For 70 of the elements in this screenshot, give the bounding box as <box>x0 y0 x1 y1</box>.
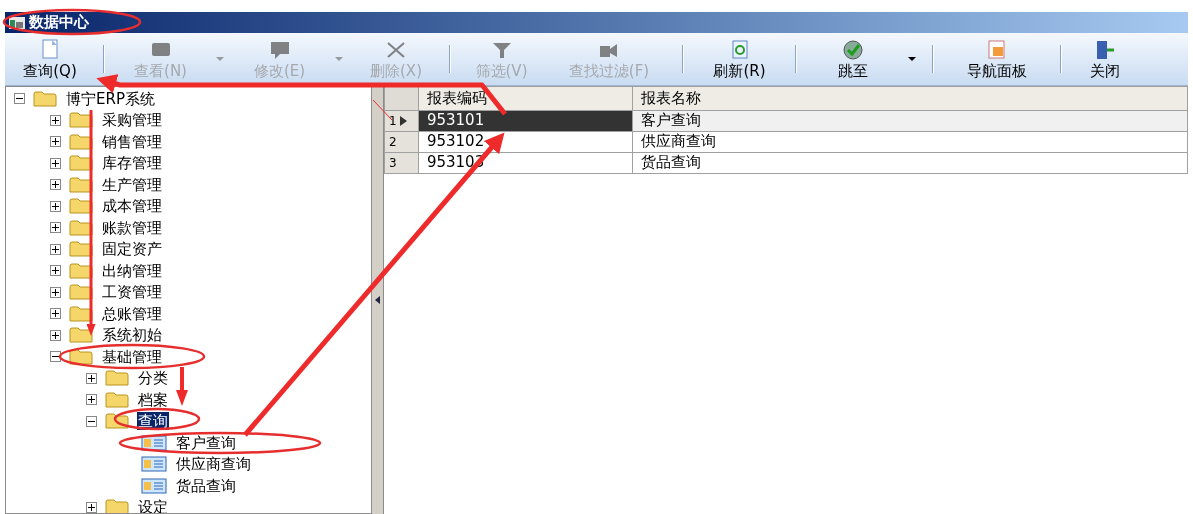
tree-item[interactable]: 成本管理 <box>101 197 163 216</box>
collapse-arrow-icon[interactable] <box>374 296 381 304</box>
folder-icon <box>69 348 93 365</box>
dropdown-caret-icon[interactable] <box>908 57 916 61</box>
window-title: 数据中心 <box>29 15 89 30</box>
tree-item[interactable]: 账款管理 <box>101 218 163 237</box>
annotation-arrow <box>176 367 188 406</box>
tree-item[interactable]: 生产管理 <box>101 175 163 194</box>
expand-icon[interactable] <box>50 136 61 148</box>
expand-icon[interactable] <box>50 286 61 298</box>
tree-item[interactable]: 分类 <box>137 369 169 388</box>
toolbar-button[interactable]: 导航面板 <box>942 34 1052 84</box>
table-cell: 货品查询 <box>632 152 1188 173</box>
tree-item[interactable]: 总账管理 <box>101 304 163 323</box>
tree-item[interactable]: 档案 <box>137 390 169 409</box>
row-header[interactable]: 2 <box>384 131 419 152</box>
tree-item[interactable]: 销售管理 <box>101 132 163 151</box>
column-header[interactable]: 报表编码 <box>418 86 633 110</box>
folder-icon <box>69 284 93 301</box>
folder-icon <box>105 391 129 408</box>
folder-icon <box>69 241 93 258</box>
report-icon <box>141 477 167 494</box>
toolbar-button[interactable]: 跳至 <box>805 34 900 84</box>
folder-icon <box>69 305 93 322</box>
column-header[interactable]: 报表名称 <box>632 86 1188 110</box>
expand-icon[interactable] <box>50 308 61 320</box>
expand-icon[interactable] <box>86 394 97 406</box>
folder-icon <box>69 327 93 344</box>
folder-icon <box>33 90 57 107</box>
tree-item[interactable]: 采购管理 <box>101 111 163 130</box>
toolbar-button[interactable]: 查询(Q) <box>5 34 95 84</box>
folder-icon <box>105 370 129 387</box>
tree-item[interactable]: 工资管理 <box>101 283 163 302</box>
expand-icon[interactable] <box>50 200 61 212</box>
expand-icon[interactable] <box>50 329 61 341</box>
expand-icon[interactable] <box>50 265 61 277</box>
tree-item[interactable]: 出纳管理 <box>101 261 163 280</box>
toolbar-button[interactable]: 关闭 <box>1070 34 1140 84</box>
tree-item[interactable]: 基础管理 <box>101 347 163 366</box>
collapse-icon[interactable] <box>14 93 25 105</box>
expand-icon[interactable] <box>50 243 61 255</box>
tree-item[interactable]: 货品查询 <box>175 476 237 495</box>
expand-icon[interactable] <box>50 222 61 234</box>
expand-icon[interactable] <box>86 372 97 384</box>
folder-icon <box>69 155 93 172</box>
tree-item[interactable]: 供应商查询 <box>175 455 252 474</box>
folder-icon <box>69 133 93 150</box>
tree-item[interactable]: 客户查询 <box>175 433 237 452</box>
expand-icon[interactable] <box>86 501 97 513</box>
tree-item[interactable]: 固定资产 <box>101 240 163 259</box>
folder-icon <box>69 219 93 236</box>
tree-item[interactable]: 博宁ERP系统 <box>65 89 156 108</box>
tree-item[interactable]: 库存管理 <box>101 154 163 173</box>
report-icon <box>141 456 167 473</box>
corner-cell <box>384 86 419 110</box>
folder-icon <box>105 499 129 513</box>
toolbar-button[interactable]: 刷新(R) <box>692 34 787 84</box>
expand-icon[interactable] <box>50 179 61 191</box>
row-header[interactable]: 3 <box>384 152 419 173</box>
folder-icon <box>69 176 93 193</box>
folder-icon <box>69 262 93 279</box>
collapse-icon[interactable] <box>86 415 97 427</box>
folder-icon <box>69 112 93 129</box>
tree-item[interactable]: 系统初始 <box>101 326 163 345</box>
expand-icon[interactable] <box>50 114 61 126</box>
table-cell: 供应商查询 <box>632 131 1188 152</box>
folder-icon <box>69 198 93 215</box>
table-cell: 客户查询 <box>632 110 1188 131</box>
collapse-icon[interactable] <box>50 351 61 363</box>
expand-icon[interactable] <box>50 157 61 169</box>
